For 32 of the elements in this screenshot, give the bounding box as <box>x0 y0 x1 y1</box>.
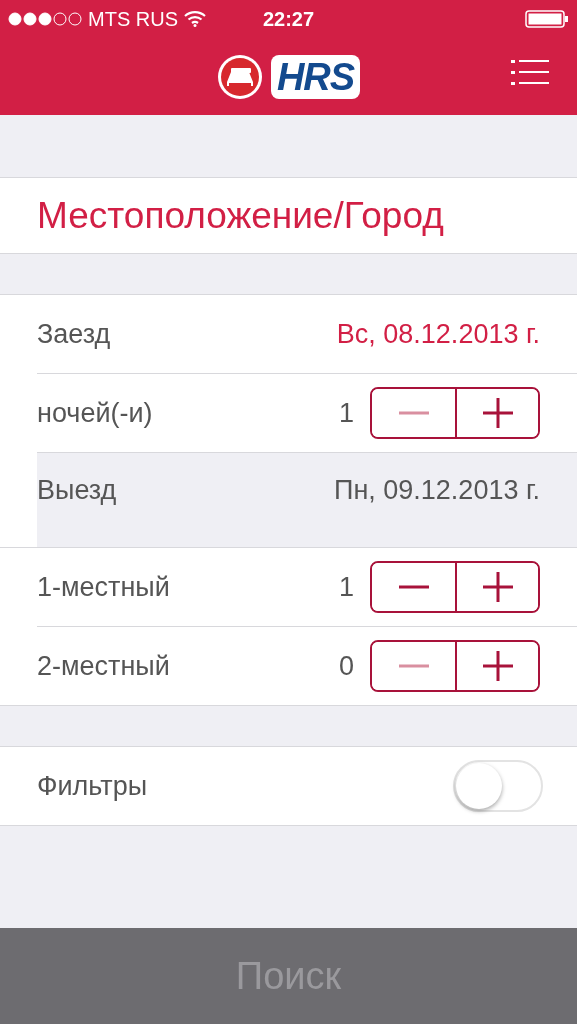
count-value: 1 <box>338 571 354 603</box>
row-label: Заезд <box>37 318 111 350</box>
row-label: ночей(-и) <box>37 397 153 429</box>
clock-time: 22:27 <box>262 7 315 31</box>
checkin-date[interactable]: Вс, 08.12.2013 г. <box>336 318 540 350</box>
filters-toggle[interactable] <box>453 760 543 812</box>
stepper[interactable] <box>370 387 540 439</box>
stepper[interactable] <box>370 640 540 692</box>
minus-icon <box>398 411 429 415</box>
increment-button[interactable] <box>455 389 538 437</box>
signal-icon <box>8 12 82 26</box>
app-logo: HRS <box>270 54 361 99</box>
plus-icon <box>482 398 513 428</box>
row-label: Фильтры <box>37 770 148 802</box>
minus-icon <box>398 585 429 589</box>
stepper[interactable] <box>370 561 540 613</box>
increment-button[interactable] <box>455 642 538 690</box>
plus-icon <box>482 651 513 681</box>
count-value: 0 <box>338 650 354 682</box>
count-value: 1 <box>338 397 354 429</box>
row-label: 2-местный <box>37 650 170 682</box>
checkout-date: Пн, 09.12.2013 г. <box>334 475 540 506</box>
bed-icon <box>216 53 263 100</box>
row-label: 1-местный <box>37 571 170 603</box>
minus-icon <box>398 664 429 668</box>
wifi-icon <box>184 11 206 27</box>
location-field[interactable]: Местоположение/Город <box>0 177 577 254</box>
battery-icon <box>525 9 569 29</box>
plus-icon <box>482 572 513 602</box>
row-label: Выезд <box>37 475 117 506</box>
increment-button[interactable] <box>455 563 538 611</box>
carrier-name: MTS RUS <box>88 7 178 31</box>
